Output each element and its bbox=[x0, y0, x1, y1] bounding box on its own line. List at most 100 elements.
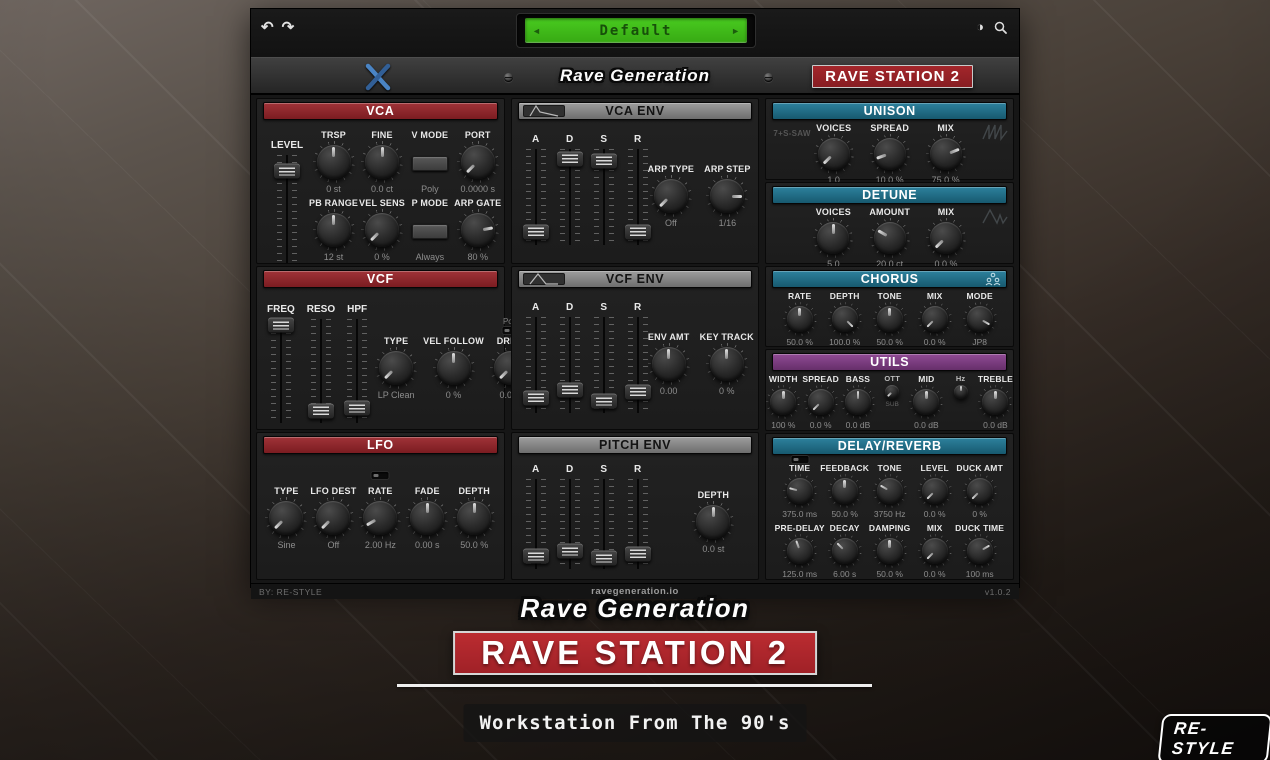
pitch-env-sustain-slider[interactable] bbox=[594, 479, 614, 569]
porta-mode-button[interactable] bbox=[412, 224, 448, 239]
key-track-knob[interactable] bbox=[706, 343, 748, 385]
preset-display[interactable]: ◄ Default ► bbox=[525, 18, 747, 43]
delay-time-sync-toggle[interactable] bbox=[791, 456, 808, 463]
level-slider[interactable] bbox=[277, 155, 297, 263]
level-slider-handle[interactable] bbox=[274, 164, 300, 179]
chorus-depth-knob[interactable] bbox=[828, 302, 862, 336]
slider-handle[interactable] bbox=[591, 153, 617, 168]
vcf-env-release-slider[interactable] bbox=[628, 317, 648, 413]
feedback-knob[interactable] bbox=[828, 474, 862, 508]
arp-gate-knob[interactable] bbox=[457, 209, 499, 251]
vcf-env-sustain-slider[interactable] bbox=[594, 317, 614, 413]
trsp-knob[interactable] bbox=[313, 141, 355, 183]
chorus-rate-knob[interactable] bbox=[783, 302, 817, 336]
decay-knob[interactable] bbox=[828, 534, 862, 568]
knob-value: 50.0 % bbox=[460, 540, 488, 550]
slider-handle[interactable] bbox=[625, 224, 651, 239]
pitch-env-release-slider[interactable] bbox=[628, 479, 648, 569]
vca-env-sustain-slider[interactable] bbox=[594, 149, 614, 245]
env-amt-knob[interactable] bbox=[648, 343, 690, 385]
filter-type-knob[interactable] bbox=[375, 347, 417, 389]
slider-handle[interactable] bbox=[557, 151, 583, 166]
hpf-slider[interactable] bbox=[347, 319, 367, 423]
vca-env-attack-slider[interactable] bbox=[526, 149, 546, 245]
lfo-type-knob[interactable] bbox=[265, 497, 307, 539]
delay-time-knob[interactable] bbox=[783, 474, 817, 508]
pitch-depth-knob[interactable] bbox=[692, 501, 734, 543]
slider-handle[interactable] bbox=[523, 224, 549, 239]
freq-slider-handle[interactable] bbox=[268, 318, 294, 333]
vca-env-release-slider[interactable] bbox=[628, 149, 648, 245]
arp-step-knob[interactable] bbox=[706, 175, 748, 217]
slider-handle[interactable] bbox=[625, 384, 651, 399]
duck-time-knob[interactable] bbox=[963, 534, 997, 568]
preset-next-icon[interactable]: ► bbox=[728, 26, 740, 36]
knob-label: DEPTH bbox=[458, 486, 490, 496]
lfo-depth-knob[interactable] bbox=[453, 497, 495, 539]
pitch-env-attack-slider[interactable] bbox=[526, 479, 546, 569]
fine-knob[interactable] bbox=[361, 141, 403, 183]
undo-icon[interactable]: ↶ bbox=[261, 19, 274, 37]
reso-slider-handle[interactable] bbox=[308, 403, 334, 418]
detune-voices-knob[interactable] bbox=[813, 218, 853, 258]
vcf-env-attack-slider[interactable] bbox=[526, 317, 546, 413]
voice-mode-button[interactable] bbox=[412, 156, 448, 171]
vca-env-decay-slider[interactable] bbox=[560, 149, 580, 245]
hz-mini-knob-group: Hz bbox=[945, 374, 975, 430]
detune-mix-knob[interactable] bbox=[926, 218, 966, 258]
treble-knob[interactable] bbox=[978, 385, 1012, 419]
pb-range-knob[interactable] bbox=[313, 209, 355, 251]
unison-voices-knob[interactable] bbox=[814, 134, 854, 174]
mid-knob[interactable] bbox=[909, 385, 943, 419]
chorus-tone-knob[interactable] bbox=[873, 302, 907, 336]
zoom-icon[interactable] bbox=[994, 21, 1007, 34]
lfo-fade-knob[interactable] bbox=[406, 497, 448, 539]
reverb-mix-knob[interactable] bbox=[918, 534, 952, 568]
knob-label: ENV AMT bbox=[648, 332, 690, 342]
delay-tone-knob[interactable] bbox=[873, 474, 907, 508]
slider-handle[interactable] bbox=[591, 394, 617, 409]
vcf-env-decay-slider[interactable] bbox=[560, 317, 580, 413]
freq-slider[interactable] bbox=[271, 319, 291, 423]
slider-handle[interactable] bbox=[591, 551, 617, 566]
slider-label: D bbox=[566, 302, 573, 313]
vel-follow-knob[interactable] bbox=[433, 347, 475, 389]
slider-handle[interactable] bbox=[557, 544, 583, 559]
pitch-env-d-group: D bbox=[560, 464, 580, 569]
duck-amt-knob[interactable] bbox=[963, 474, 997, 508]
vel-sens-knob[interactable] bbox=[361, 209, 403, 251]
contrast-theme-icon[interactable]: ◑ bbox=[976, 19, 984, 35]
damping-knob[interactable] bbox=[873, 534, 907, 568]
slider-handle[interactable] bbox=[557, 382, 583, 397]
chorus-mode-knob[interactable] bbox=[963, 302, 997, 336]
detune-amount-knob[interactable] bbox=[870, 218, 910, 258]
slider-label: R bbox=[634, 464, 641, 475]
hz-knob[interactable] bbox=[953, 384, 969, 400]
width-knob[interactable] bbox=[766, 385, 800, 419]
pre-delay-knob[interactable] bbox=[783, 534, 817, 568]
preset-prev-icon[interactable]: ◄ bbox=[532, 26, 544, 36]
knob-value: 50.0 % bbox=[876, 569, 902, 579]
chorus-mix-knob[interactable] bbox=[918, 302, 952, 336]
redo-icon[interactable]: ↷ bbox=[282, 19, 295, 37]
unison-mix-knob[interactable] bbox=[926, 134, 966, 174]
hpf-slider-handle[interactable] bbox=[344, 401, 370, 416]
reso-slider[interactable] bbox=[311, 319, 331, 423]
delay-level-knob[interactable] bbox=[918, 474, 952, 508]
pitch-env-decay-slider[interactable] bbox=[560, 479, 580, 569]
spread-knob[interactable] bbox=[804, 385, 838, 419]
port-knob[interactable] bbox=[457, 141, 499, 183]
hpf-slider-group: HPF bbox=[347, 304, 367, 423]
slider-handle[interactable] bbox=[523, 390, 549, 405]
knob-label: TRSP bbox=[321, 130, 346, 140]
lfo-rate-sync-toggle[interactable] bbox=[372, 472, 389, 479]
preset-name[interactable]: Default bbox=[544, 23, 728, 39]
ott-knob[interactable] bbox=[884, 384, 900, 400]
slider-handle[interactable] bbox=[523, 549, 549, 564]
bass-knob[interactable] bbox=[841, 385, 875, 419]
lfo-dest-knob[interactable] bbox=[312, 497, 354, 539]
slider-handle[interactable] bbox=[625, 546, 651, 561]
lfo-rate-knob[interactable] bbox=[359, 497, 401, 539]
arp-type-knob[interactable] bbox=[650, 175, 692, 217]
unison-spread-knob[interactable] bbox=[870, 134, 910, 174]
